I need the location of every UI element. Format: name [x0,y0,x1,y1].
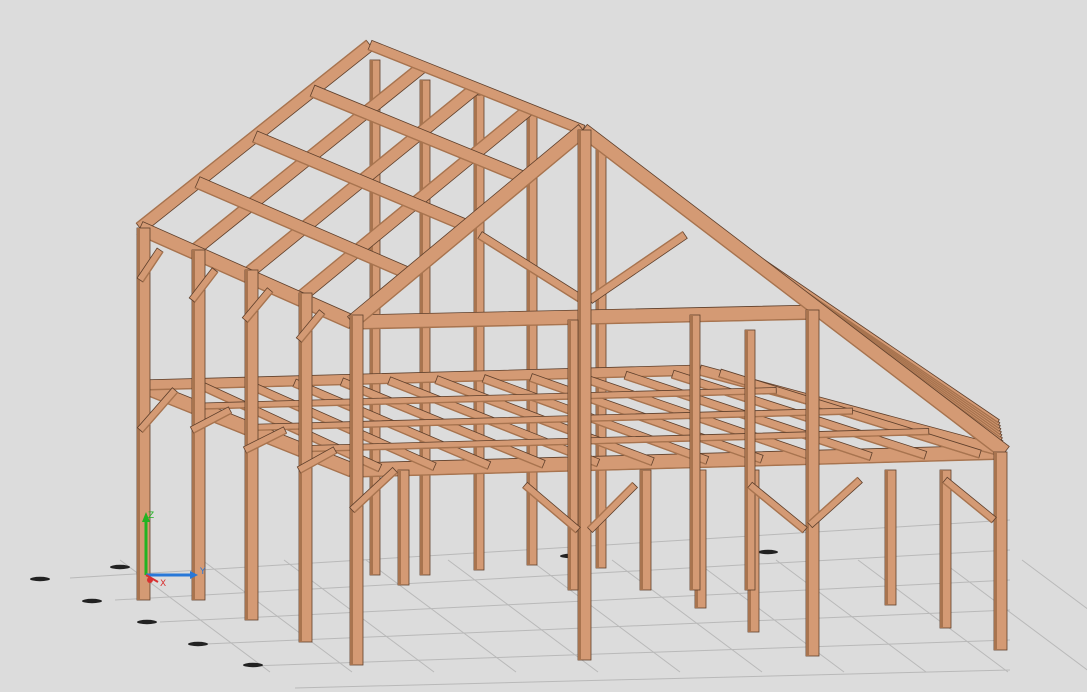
front-post-side [350,315,353,665]
floor-post-side [398,470,401,585]
3d-viewport[interactable]: Z Y X [0,0,1087,692]
grid-line [775,559,927,673]
timber-frame [135,39,1010,666]
footing-marker [243,662,263,668]
grid-line [69,519,1011,579]
footing-marker [188,641,208,647]
floor-post-side [640,470,643,590]
grid-line [365,559,517,673]
y-axis-label: Y [199,567,206,577]
footing-marker [30,576,50,582]
grid-line [294,669,1011,689]
floor-post-side [885,470,888,605]
footing-marker [137,619,157,625]
gable-rafter-right [578,123,1010,459]
rear-post-side [596,140,599,568]
z-axis-label: Z [148,511,154,521]
grid-line [693,559,845,673]
side-post-side [137,228,140,600]
footing-marker [82,598,102,604]
rear-post-side [474,95,477,570]
knee-brace [586,481,639,534]
floor-post-side [940,470,943,628]
grid-line [204,609,1011,645]
knee-brace-edge [587,482,634,529]
x-axis-label: X [160,579,166,589]
mid-post-side [568,320,571,590]
mid-post-side [690,315,693,590]
front-post-side [806,310,809,656]
front-post-side [994,452,997,650]
grid-line [611,559,763,673]
grid-line [201,559,353,673]
footing-marker [110,564,130,570]
model-scene[interactable]: Z Y X [0,0,1087,692]
mid-post-side [745,330,748,590]
grid-line [249,639,1011,667]
grid-line [939,559,1087,671]
origin-marker [147,577,153,583]
front-post-side [578,130,581,660]
grid-line [1021,559,1087,610]
footing-marker [758,549,778,555]
grid-line [857,559,1009,673]
